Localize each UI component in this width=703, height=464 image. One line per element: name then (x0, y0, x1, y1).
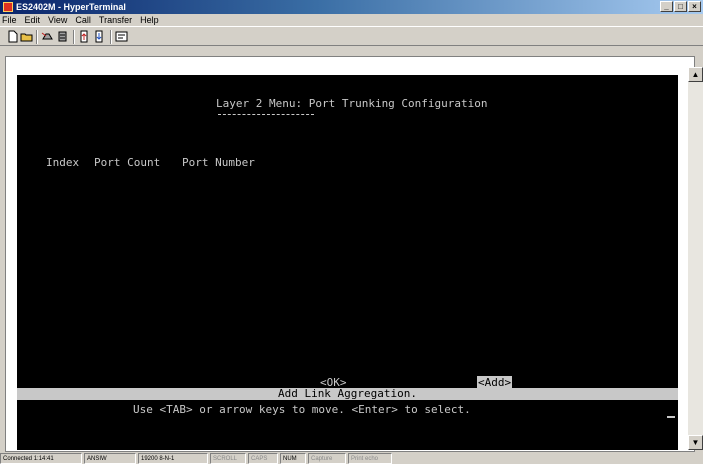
status-bar: Connected 1:14:41 ANSIW 19200 8-N-1 SCRO… (0, 453, 703, 464)
column-header-index: Index (46, 156, 80, 169)
scroll-indicator: SCROLL (210, 453, 246, 464)
dial-phone-icon[interactable] (41, 30, 54, 43)
terminal-status-line: Add Link Aggregation. (17, 388, 678, 400)
text-cursor (667, 416, 675, 418)
window-title: ES2402M - HyperTerminal (16, 2, 126, 12)
capture-indicator: Capture (308, 453, 346, 464)
menu-view[interactable]: View (48, 14, 67, 26)
menu-help[interactable]: Help (140, 14, 159, 26)
print-echo-indicator: Print echo (348, 453, 392, 464)
title-bar: ES2402M - HyperTerminal _ □ × (0, 0, 703, 14)
send-file-icon[interactable] (78, 30, 91, 43)
scroll-down-icon[interactable]: ▼ (688, 435, 703, 450)
terminal-screen[interactable]: Layer 2 Menu: Port Trunking Configuratio… (17, 75, 678, 450)
port-settings: 19200 8-N-1 (138, 453, 208, 464)
num-indicator: NUM (280, 453, 306, 464)
hyperterminal-app-icon[interactable] (3, 2, 13, 12)
status-message: Add Link Aggregation. (277, 387, 418, 400)
disconnect-icon[interactable] (56, 30, 69, 43)
menu-bar: File Edit View Call Transfer Help (0, 14, 703, 26)
menu-call[interactable]: Call (75, 14, 91, 26)
menu-edit[interactable]: Edit (25, 14, 41, 26)
help-hint: Use <TAB> or arrow keys to move. <Enter>… (133, 403, 471, 416)
screen-title: Layer 2 Menu: Port Trunking Configuratio… (216, 97, 488, 110)
minimize-button[interactable]: _ (660, 1, 673, 12)
caps-indicator: CAPS (248, 453, 278, 464)
emulation-type: ANSIW (84, 453, 136, 464)
new-document-icon[interactable] (6, 30, 19, 43)
properties-icon[interactable] (115, 30, 128, 43)
column-header-port-number: Port Number (182, 156, 255, 169)
close-button[interactable]: × (688, 1, 701, 12)
scroll-up-icon[interactable]: ▲ (688, 67, 703, 82)
receive-file-icon[interactable] (93, 30, 106, 43)
toolbar (0, 26, 703, 46)
menu-transfer[interactable]: Transfer (99, 14, 132, 26)
menu-file[interactable]: File (2, 14, 17, 26)
title-underline (218, 114, 314, 116)
vertical-scrollbar[interactable]: ▲ ▼ (688, 67, 703, 450)
maximize-button[interactable]: □ (674, 1, 687, 12)
column-header-port-count: Port Count (94, 156, 161, 169)
connection-time: Connected 1:14:41 (0, 453, 82, 464)
open-folder-icon[interactable] (20, 30, 33, 43)
